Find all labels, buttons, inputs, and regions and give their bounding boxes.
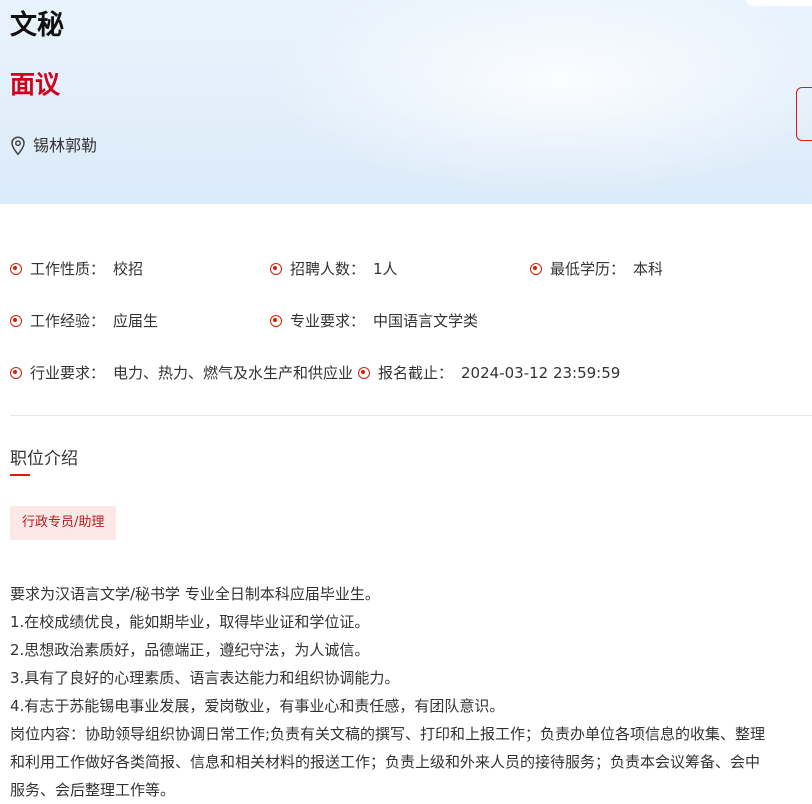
radio-dot-icon: [270, 263, 282, 275]
radio-dot-icon: [10, 263, 22, 275]
info-deadline: 报名截止： 2024-03-12 23:59:59: [358, 362, 620, 384]
description-line: 1.在校成绩优良，能如期毕业，取得毕业证和学位证。: [10, 613, 370, 631]
radio-dot-icon: [10, 315, 22, 327]
job-description: 要求为汉语言文学/秘书学 专业全日制本科应届毕业生。 1.在校成绩优良，能如期毕…: [10, 580, 812, 804]
info-value: 2024-03-12 23:59:59: [461, 364, 621, 382]
salary: 面议: [10, 70, 61, 99]
header-decoration: [745, 0, 812, 6]
job-header: 文秘 面议 锡林郭勒: [0, 0, 812, 204]
info-industry: 行业要求： 电力、热力、燃气及水生产和供应业: [10, 362, 353, 384]
info-label: 行业要求：: [30, 364, 106, 382]
info-label: 工作性质：: [30, 260, 106, 278]
apply-button[interactable]: [796, 87, 812, 141]
description-line: 3.具有了良好的心理素质、语言表达能力和组织协调能力。: [10, 669, 400, 687]
radio-dot-icon: [10, 367, 22, 379]
section-title: 职位介绍: [10, 449, 78, 469]
info-job-type: 工作性质： 校招: [10, 258, 143, 280]
description-line: 2.思想政治素质好，品德端正，遵纪守法，为人诚信。: [10, 641, 370, 659]
radio-dot-icon: [358, 367, 370, 379]
info-value: 应届生: [113, 312, 159, 330]
description-line: 服务、会后整理工作等。: [10, 781, 176, 799]
info-label: 专业要求：: [290, 312, 366, 330]
info-label: 报名截止：: [378, 364, 454, 382]
job-title: 文秘: [10, 10, 64, 41]
info-value: 中国语言文学类: [373, 312, 479, 330]
job-location: 锡林郭勒: [10, 135, 97, 157]
info-value: 1人: [373, 260, 398, 278]
info-value: 本科: [633, 260, 664, 278]
location-pin-icon: [11, 136, 25, 156]
info-education: 最低学历： 本科: [530, 258, 663, 280]
location-text: 锡林郭勒: [33, 136, 98, 155]
section-title-underline: [10, 474, 30, 476]
info-value: 电力、热力、燃气及水生产和供应业: [113, 364, 354, 382]
radio-dot-icon: [530, 263, 542, 275]
info-label: 最低学历：: [550, 260, 626, 278]
info-headcount: 招聘人数： 1人: [270, 258, 398, 280]
job-category-tag[interactable]: 行政专员/助理: [10, 506, 117, 540]
info-major: 专业要求： 中国语言文学类: [270, 310, 478, 332]
info-label: 招聘人数：: [290, 260, 366, 278]
info-experience: 工作经验： 应届生: [10, 310, 158, 332]
info-value: 校招: [113, 260, 144, 278]
description-line: 4.有志于苏能锡电事业发展，爱岗敬业，有事业心和责任感，有团队意识。: [10, 697, 505, 715]
description-line: 岗位内容：协助领导组织协调日常工作;负责有关文稿的撰写、打印和上报工作；负责办单…: [10, 725, 766, 743]
description-line: 和利用工作做好各类简报、信息和相关材料的报送工作；负责上级和外来人员的接待服务；…: [10, 753, 761, 771]
info-label: 工作经验：: [30, 312, 106, 330]
radio-dot-icon: [270, 315, 282, 327]
section-divider: [10, 415, 812, 416]
description-line: 要求为汉语言文学/秘书学 专业全日制本科应届毕业生。: [10, 585, 380, 603]
